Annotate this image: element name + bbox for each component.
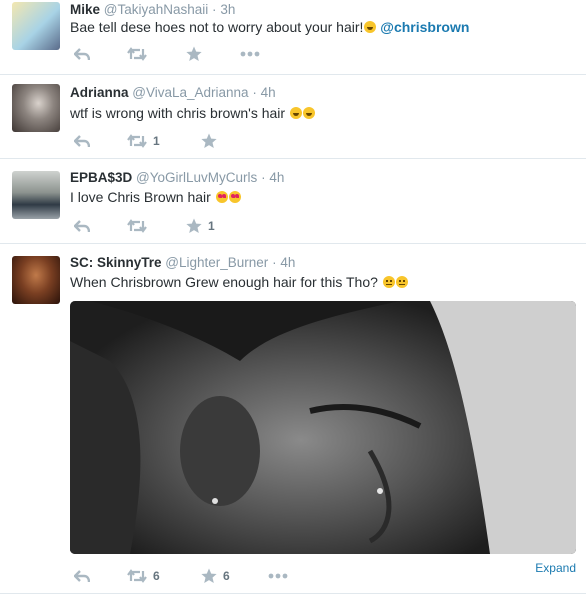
retweet-icon bbox=[127, 569, 147, 583]
reply-icon bbox=[74, 48, 90, 61]
avatar[interactable] bbox=[12, 84, 60, 132]
portrait-photo-image bbox=[70, 301, 576, 554]
retweet-button[interactable]: 6 bbox=[127, 566, 160, 586]
star-icon bbox=[201, 133, 217, 148]
neutral-face-emoji bbox=[382, 276, 395, 288]
favorite-count: 6 bbox=[223, 569, 230, 583]
expand-link[interactable]: Expand bbox=[535, 561, 576, 575]
avatar[interactable] bbox=[12, 2, 60, 50]
retweet-button[interactable]: 1 bbox=[127, 131, 160, 151]
user-handle[interactable]: @Lighter_Burner bbox=[165, 255, 268, 270]
reply-button[interactable] bbox=[74, 44, 90, 64]
favorite-count: 1 bbox=[208, 219, 215, 233]
tweet-text: Bae tell dese hoes not to worry about yo… bbox=[70, 19, 469, 35]
retweet-button[interactable] bbox=[127, 216, 147, 236]
favorite-button[interactable] bbox=[186, 44, 202, 64]
user-handle[interactable]: @TakiyahNashaii bbox=[104, 2, 209, 17]
tweet-header: Adrianna @VivaLa_Adrianna · 4h bbox=[70, 85, 276, 100]
user-name[interactable]: EPBA$3D bbox=[70, 170, 132, 185]
avatar[interactable] bbox=[12, 256, 60, 304]
separator: · bbox=[212, 2, 217, 17]
timestamp[interactable]: 4h bbox=[269, 170, 284, 185]
retweet-icon bbox=[127, 134, 147, 148]
tweet-text: wtf is wrong with chris brown's hair bbox=[70, 105, 315, 121]
reply-icon bbox=[74, 135, 90, 148]
retweet-count: 6 bbox=[153, 569, 160, 583]
retweet-icon bbox=[127, 47, 147, 61]
mention-link[interactable]: @chrisbrown bbox=[380, 19, 469, 35]
favorite-button[interactable] bbox=[201, 131, 217, 151]
retweet-icon bbox=[127, 219, 147, 233]
more-icon bbox=[268, 573, 288, 579]
reply-button[interactable] bbox=[74, 131, 90, 151]
tweet-text: When Chrisbrown Grew enough hair for thi… bbox=[70, 274, 408, 290]
separator: · bbox=[252, 85, 257, 100]
user-name[interactable]: SC: SkinnyTre bbox=[70, 255, 162, 270]
tweet-3: EPBA$3D @YoGirlLuvMyCurls · 4h I love Ch… bbox=[0, 159, 586, 244]
reply-icon bbox=[74, 220, 90, 233]
tweet-text: I love Chris Brown hair bbox=[70, 189, 241, 205]
tears-of-joy-emoji bbox=[302, 107, 315, 119]
tweet-text-body: Bae tell dese hoes not to worry about yo… bbox=[70, 19, 364, 35]
more-button[interactable] bbox=[240, 44, 260, 64]
avatar[interactable] bbox=[12, 171, 60, 219]
favorite-button[interactable]: 1 bbox=[186, 216, 215, 236]
timestamp[interactable]: 3h bbox=[220, 2, 235, 17]
reply-button[interactable] bbox=[74, 216, 90, 236]
heart-eyes-emoji bbox=[228, 191, 241, 203]
more-button[interactable] bbox=[268, 566, 288, 586]
tweet-2: Adrianna @VivaLa_Adrianna · 4h wtf is wr… bbox=[0, 75, 586, 159]
favorite-button[interactable]: 6 bbox=[201, 566, 230, 586]
star-icon bbox=[186, 218, 202, 233]
reply-button[interactable] bbox=[74, 566, 90, 586]
separator: · bbox=[272, 255, 277, 270]
tweet-text-body: When Chrisbrown Grew enough hair for thi… bbox=[70, 274, 378, 290]
retweet-button[interactable] bbox=[127, 44, 147, 64]
timestamp[interactable]: 4h bbox=[261, 85, 276, 100]
heart-eyes-emoji bbox=[215, 191, 228, 203]
user-handle[interactable]: @YoGirlLuvMyCurls bbox=[136, 170, 257, 185]
star-icon bbox=[201, 568, 217, 583]
tweet-text-body: I love Chris Brown hair bbox=[70, 189, 211, 205]
neutral-face-emoji bbox=[395, 276, 408, 288]
timestamp[interactable]: 4h bbox=[280, 255, 295, 270]
tears-of-joy-emoji bbox=[289, 107, 302, 119]
user-handle[interactable]: @VivaLa_Adrianna bbox=[132, 85, 248, 100]
tweet-photo[interactable] bbox=[70, 301, 576, 554]
reply-icon bbox=[74, 570, 90, 583]
more-icon bbox=[240, 51, 260, 57]
user-name[interactable]: Mike bbox=[70, 2, 100, 17]
tweet-text-body: wtf is wrong with chris brown's hair bbox=[70, 105, 286, 121]
retweet-count: 1 bbox=[153, 134, 160, 148]
user-name[interactable]: Adrianna bbox=[70, 85, 129, 100]
tweet-header: Mike @TakiyahNashaii · 3h bbox=[70, 2, 235, 17]
separator: · bbox=[261, 170, 266, 185]
sweat-smile-emoji bbox=[364, 21, 377, 33]
tweet-header: EPBA$3D @YoGirlLuvMyCurls · 4h bbox=[70, 170, 284, 185]
tweet-header: SC: SkinnyTre @Lighter_Burner · 4h bbox=[70, 255, 295, 270]
star-icon bbox=[186, 46, 202, 61]
tweet-1: Mike @TakiyahNashaii · 3h Bae tell dese … bbox=[0, 0, 586, 75]
